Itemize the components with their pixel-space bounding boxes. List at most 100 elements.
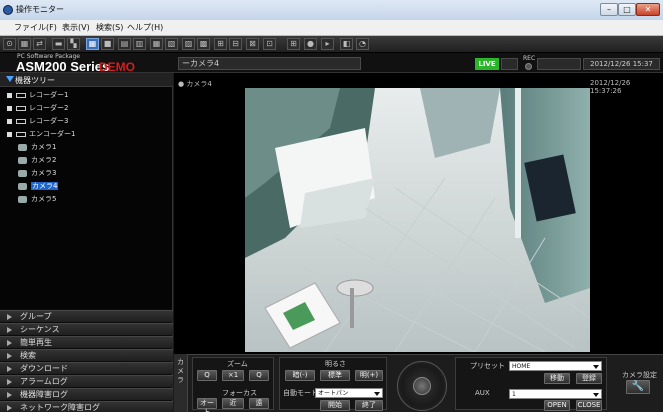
preset-label: プリセット <box>470 362 505 370</box>
tree-item-label: エンコーダー1 <box>29 130 76 138</box>
layout-8-icon[interactable]: ▥ <box>133 38 146 50</box>
layout-9-icon[interactable]: ▦ <box>150 38 163 50</box>
panel-group[interactable]: グループ <box>0 310 173 322</box>
zoom-x1-button[interactable]: ×1 <box>222 370 244 381</box>
panel-download[interactable]: ダウンロード <box>0 362 173 374</box>
focus-far-button[interactable]: 遠 <box>249 398 269 409</box>
zoom-icon[interactable]: ▸ <box>321 38 334 50</box>
title-bar: 操作モニター – □ ✕ <box>0 0 663 20</box>
preset-value: HOME <box>512 363 531 370</box>
panel-label: シーケンス <box>20 325 60 334</box>
close-button[interactable]: ✕ <box>636 3 660 16</box>
brightness-standard-button[interactable]: 標準 <box>320 370 350 381</box>
panel-sequence[interactable]: シーケンス <box>0 323 173 335</box>
panel-label: 検索 <box>20 351 36 360</box>
layout-25-icon[interactable]: ⊞ <box>214 38 227 50</box>
layout-split-icon[interactable]: ▚ <box>67 38 80 50</box>
camera-icon <box>18 143 27 151</box>
camera-feed-image <box>245 88 590 352</box>
wrench-icon[interactable]: 🔧 <box>626 380 650 394</box>
panel-device-error-log[interactable]: 機器障害ログ <box>0 388 173 400</box>
dome-camera-icon <box>18 169 27 177</box>
layout-1-icon[interactable]: ■ <box>101 38 114 50</box>
tree-item-camera1[interactable]: カメラ1 <box>18 142 56 154</box>
tree-item-label: カメラ3 <box>31 169 57 177</box>
live-indicator[interactable]: LIVE <box>475 58 499 70</box>
panel-alarm-log[interactable]: アラームログ <box>0 375 173 387</box>
help-icon[interactable]: ◔ <box>356 38 369 50</box>
auto-mode-select[interactable]: オートパン <box>315 388 383 398</box>
preset-move-button[interactable]: 移動 <box>544 373 570 384</box>
zoom-out-button[interactable]: Q <box>197 370 217 381</box>
device-tree: レコーダー1 レコーダー2 レコーダー3 エンコーダー1 カメラ1 カメラ2 カ… <box>0 87 172 309</box>
expand-icon <box>7 379 12 385</box>
tree-item-camera5[interactable]: カメラ5 <box>18 194 56 206</box>
tree-item-encoder1[interactable]: エンコーダー1 <box>7 129 75 141</box>
expand-icon <box>7 366 12 372</box>
header-datetime: 2012/12/26 15:37 <box>583 58 660 70</box>
tree-item-camera4[interactable]: カメラ4 <box>18 181 59 193</box>
panel-label: 簡単再生 <box>20 338 52 347</box>
menu-file[interactable]: ファイル(F) <box>14 22 57 33</box>
auto-stop-button[interactable]: 終了 <box>355 400 383 411</box>
layout-6-icon[interactable]: ▤ <box>118 38 131 50</box>
expand-icon <box>7 405 12 411</box>
panel-label: ネットワーク障害ログ <box>20 403 100 412</box>
preset-select[interactable]: HOME <box>509 361 602 371</box>
layout-single-icon[interactable]: ▬ <box>52 38 65 50</box>
aux-close-button[interactable]: CLOSE <box>576 400 602 411</box>
status-field: ーカメラ4 <box>178 57 361 70</box>
aux-open-button[interactable]: OPEN <box>544 400 570 411</box>
tree-item-recorder2[interactable]: レコーダー2 <box>7 103 68 115</box>
aux-select[interactable]: 1 <box>509 389 602 399</box>
tree-item-camera2[interactable]: カメラ2 <box>18 155 56 167</box>
layout-13-icon[interactable]: ▨ <box>182 38 195 50</box>
tree-item-label: カメラ5 <box>31 195 57 203</box>
brightness-dark-button[interactable]: 暗(-) <box>285 370 315 381</box>
tree-item-camera3[interactable]: カメラ3 <box>18 168 56 180</box>
menu-help[interactable]: ヘルプ(H) <box>127 22 163 33</box>
layout-4-icon[interactable]: ▦ <box>86 38 99 50</box>
menu-search[interactable]: 検索(S) <box>96 22 123 33</box>
auto-start-button[interactable]: 開始 <box>320 400 350 411</box>
collapse-icon <box>6 76 14 82</box>
panel-search[interactable]: 検索 <box>0 349 173 361</box>
tree-item-label: カメラ2 <box>31 156 57 164</box>
maximize-button[interactable]: □ <box>618 3 636 16</box>
tree-item-label: カメラ1 <box>31 143 57 151</box>
layout-64-icon[interactable]: ⊠ <box>246 38 259 50</box>
menu-bar: ファイル(F) 表示(V) 検索(S) ヘルプ(H) <box>0 20 663 36</box>
panel-network-error-log[interactable]: ネットワーク障害ログ <box>0 401 173 412</box>
sequence-icon[interactable]: ⇄ <box>33 38 46 50</box>
joystick-knob-icon[interactable] <box>413 377 431 395</box>
rec-indicator-icon <box>525 63 532 70</box>
focus-auto-button[interactable]: オート <box>197 398 217 412</box>
power-icon[interactable]: ⊙ <box>3 38 16 50</box>
chevron-down-icon <box>593 393 599 397</box>
minimize-button[interactable]: – <box>600 3 618 16</box>
camera-icon[interactable]: ▦ <box>18 38 31 50</box>
layout-10-icon[interactable]: ▧ <box>165 38 178 50</box>
expand-icon <box>7 340 12 346</box>
camera-tab[interactable]: カメラ <box>174 354 188 412</box>
panel-simple-playback[interactable]: 簡単再生 <box>0 336 173 348</box>
menu-view[interactable]: 表示(V) <box>62 22 90 33</box>
layout-36-icon[interactable]: ⊟ <box>229 38 242 50</box>
layout-custom-icon[interactable]: ⊡ <box>263 38 276 50</box>
window-title: 操作モニター <box>16 5 64 14</box>
focus-label: フォーカス <box>222 389 257 397</box>
settings-icon[interactable]: ◧ <box>340 38 353 50</box>
tree-item-recorder1[interactable]: レコーダー1 <box>7 90 68 102</box>
zoom-in-button[interactable]: Q <box>249 370 269 381</box>
tree-item-label: レコーダー1 <box>29 91 69 99</box>
focus-near-button[interactable]: 近 <box>222 398 244 409</box>
fullscreen-icon[interactable]: ⊞ <box>287 38 300 50</box>
demo-badge: DEMO <box>99 60 135 74</box>
device-tree-header[interactable]: 機器ツリー <box>0 73 173 87</box>
preset-register-button[interactable]: 登録 <box>576 373 602 384</box>
expand-icon <box>7 314 12 320</box>
search-icon[interactable]: ● <box>304 38 317 50</box>
tree-item-recorder3[interactable]: レコーダー3 <box>7 116 68 128</box>
brightness-bright-button[interactable]: 明(+) <box>355 370 383 381</box>
layout-16-icon[interactable]: ▩ <box>197 38 210 50</box>
